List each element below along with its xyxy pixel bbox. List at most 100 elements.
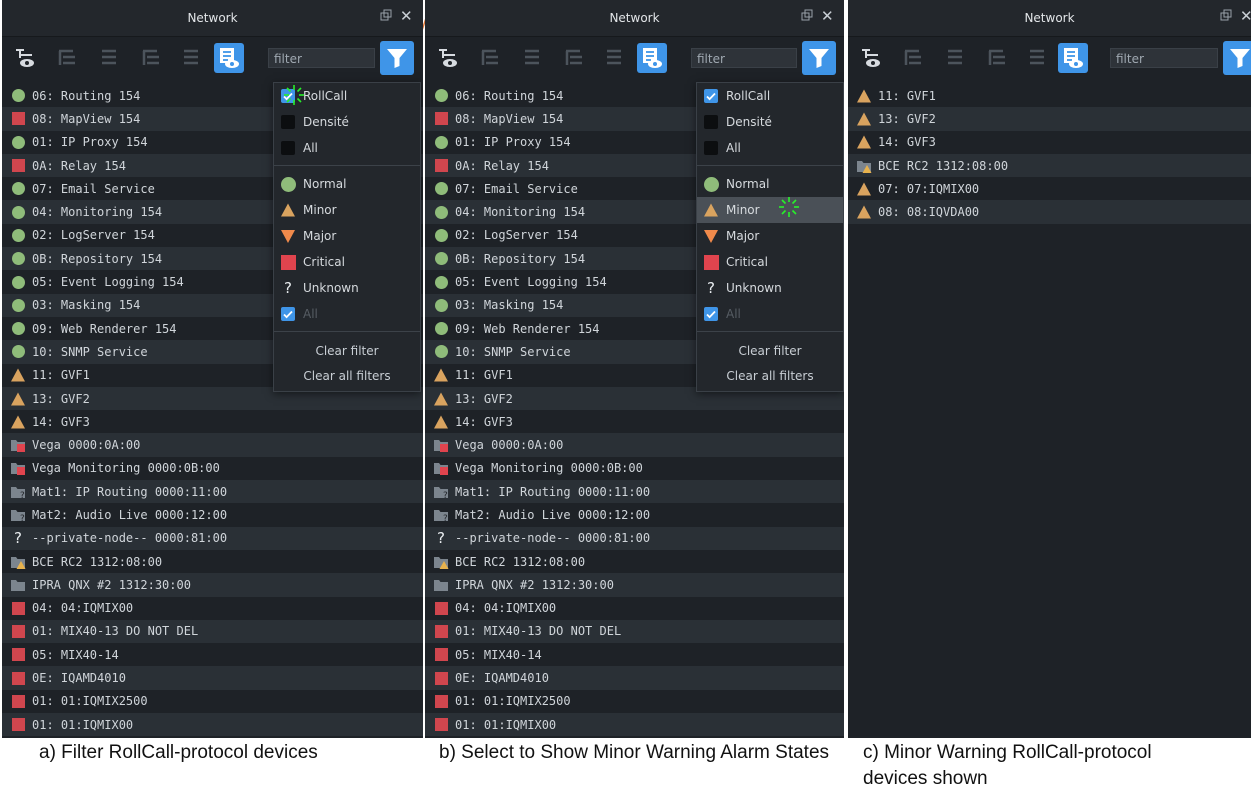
list-collapse-button[interactable] [517,43,547,73]
list-item[interactable]: Mat2: Audio Live 0000:12:00 [2,503,423,526]
popout-icon[interactable] [801,9,813,21]
menu-item-all-states[interactable]: All [274,302,420,326]
flat-list-button[interactable] [1022,43,1052,73]
flat-list-button[interactable] [176,43,206,73]
list-item[interactable]: 0E: IQAMD4010 [425,666,844,690]
menu-item-critical[interactable]: Critical [697,250,843,274]
list-item[interactable]: 14: GVF3 [425,410,844,433]
list-item[interactable]: 04: 04:IQMIX00 [2,597,423,620]
menu-item-normal[interactable]: Normal [274,172,420,196]
list-item[interactable]: 05: MIX40-14 [425,643,844,666]
menu-item-all-states[interactable]: All [697,302,843,326]
checkbox-unchecked-icon[interactable] [704,141,718,155]
checkbox-unchecked-icon[interactable] [281,141,295,155]
menu-separator [697,331,843,332]
list-item[interactable]: 01: 01:IQMIX2500 [425,690,844,713]
checkbox-checked-icon[interactable] [704,89,718,103]
list-item-label: 13: GVF2 [455,391,513,406]
list-item[interactable]: 01: MIX40-13 DO NOT DEL [2,619,423,644]
filter-input[interactable]: filter [268,48,375,68]
minor-triangle-icon [433,414,449,430]
checkbox-unchecked-icon[interactable] [281,115,295,129]
list-item[interactable]: BCE RC2 1312:08:00 [425,550,844,573]
menu-item-densite[interactable]: Densité [274,110,420,134]
red-square-icon [10,693,26,709]
list-item[interactable]: Vega Monitoring 0000:0B:00 [425,457,844,480]
tree-view-button[interactable] [52,43,82,73]
list-view-eye-button[interactable] [214,43,244,73]
menu-item-major[interactable]: Major [274,224,420,248]
list-item[interactable]: Mat2: Audio Live 0000:12:00 [425,503,844,526]
expand-tree-button[interactable] [136,43,166,73]
list-item[interactable]: 13: GVF2 [848,107,1251,131]
popout-icon[interactable] [1220,9,1232,21]
menu-item-all-protocols[interactable]: All [274,136,420,160]
red-square-icon [10,623,26,639]
popout-icon[interactable] [380,9,392,21]
list-item[interactable]: 11: GVF1 [848,84,1251,107]
list-item[interactable]: Mat1: IP Routing 0000:11:00 [425,480,844,504]
list-item[interactable]: 07: 07:IQMIX00 [848,177,1251,200]
clear-all-filters-item[interactable]: Clear all filters [274,369,420,383]
red-square-icon [10,670,26,686]
list-item[interactable]: 01: 01:IQMIX2500 [2,690,423,713]
clear-filter-item[interactable]: Clear filter [697,344,843,358]
list-item[interactable]: 01: 01:IQMIX00 [425,713,844,737]
list-item[interactable]: 05: MIX40-14 [2,643,423,666]
list-item[interactable]: Vega Monitoring 0000:0B:00 [2,457,423,480]
tree-view-eye-button[interactable] [856,43,886,73]
menu-item-rollcall[interactable]: RollCall [697,84,843,108]
list-item-label: 01: 01:IQMIX00 [32,717,134,732]
list-item[interactable]: 04: 04:IQMIX00 [425,597,844,620]
list-item[interactable]: 01: MIX40-13 DO NOT DEL [425,619,844,644]
tree-view-eye-button[interactable] [10,43,40,73]
tree-view-button[interactable] [475,43,505,73]
list-item-label: 07: 07:IQMIX00 [878,181,980,196]
filter-input[interactable]: filter [691,48,797,68]
expand-tree-button[interactable] [559,43,589,73]
list-view-eye-button[interactable] [1058,43,1088,73]
list-view-eye-button[interactable] [637,43,667,73]
list-item[interactable]: Vega 0000:0A:00 [425,433,844,457]
list-item[interactable]: 14: GVF3 [848,131,1251,154]
list-item[interactable]: Mat1: IP Routing 0000:11:00 [2,480,423,504]
tree-view-button[interactable] [898,43,928,73]
checkbox-checked-icon[interactable] [281,307,295,321]
flat-list-button[interactable] [599,43,629,73]
filter-input[interactable]: filter [1110,48,1218,68]
tree-view-eye-button[interactable] [433,43,463,73]
list-item[interactable]: Vega 0000:0A:00 [2,433,423,457]
close-icon[interactable]: ✕ [1240,7,1251,25]
menu-item-normal[interactable]: Normal [697,172,843,196]
menu-item-all-protocols[interactable]: All [697,136,843,160]
list-item[interactable]: ? --private-node-- 0000:81:00 [425,526,844,550]
filter-funnel-button[interactable] [802,41,836,75]
menu-item-critical[interactable]: Critical [274,250,420,274]
menu-item-densite[interactable]: Densité [697,110,843,134]
menu-item-unknown[interactable]: ? Unknown [274,276,420,300]
menu-item-major[interactable]: Major [697,224,843,248]
list-item[interactable]: IPRA QNX #2 1312:30:00 [425,573,844,597]
close-icon[interactable]: ✕ [821,7,834,25]
menu-item-unknown[interactable]: ? Unknown [697,276,843,300]
close-icon[interactable]: ✕ [400,7,413,25]
filter-funnel-button[interactable] [1223,41,1251,75]
list-item[interactable]: 0E: IQAMD4010 [2,666,423,690]
filter-funnel-button[interactable] [380,41,414,75]
list-collapse-button[interactable] [94,43,124,73]
list-item[interactable]: BCE RC2 1312:08:00 [2,550,423,573]
checkbox-unchecked-icon[interactable] [704,115,718,129]
list-item[interactable]: BCE RC2 1312:08:00 [848,153,1251,178]
clear-all-filters-item[interactable]: Clear all filters [697,369,843,383]
clear-filter-item[interactable]: Clear filter [274,344,420,358]
menu-item-minor[interactable]: Minor [697,197,843,223]
list-item[interactable]: 01: 01:IQMIX00 [2,713,423,737]
expand-tree-button[interactable] [982,43,1012,73]
list-item[interactable]: IPRA QNX #2 1312:30:00 [2,573,423,597]
list-item[interactable]: 14: GVF3 [2,410,423,433]
checkbox-checked-icon[interactable] [704,307,718,321]
list-item[interactable]: 08: 08:IQVDA00 [848,200,1251,224]
menu-item-minor[interactable]: Minor [274,198,420,222]
list-item[interactable]: ? --private-node-- 0000:81:00 [2,526,423,550]
list-collapse-button[interactable] [940,43,970,73]
